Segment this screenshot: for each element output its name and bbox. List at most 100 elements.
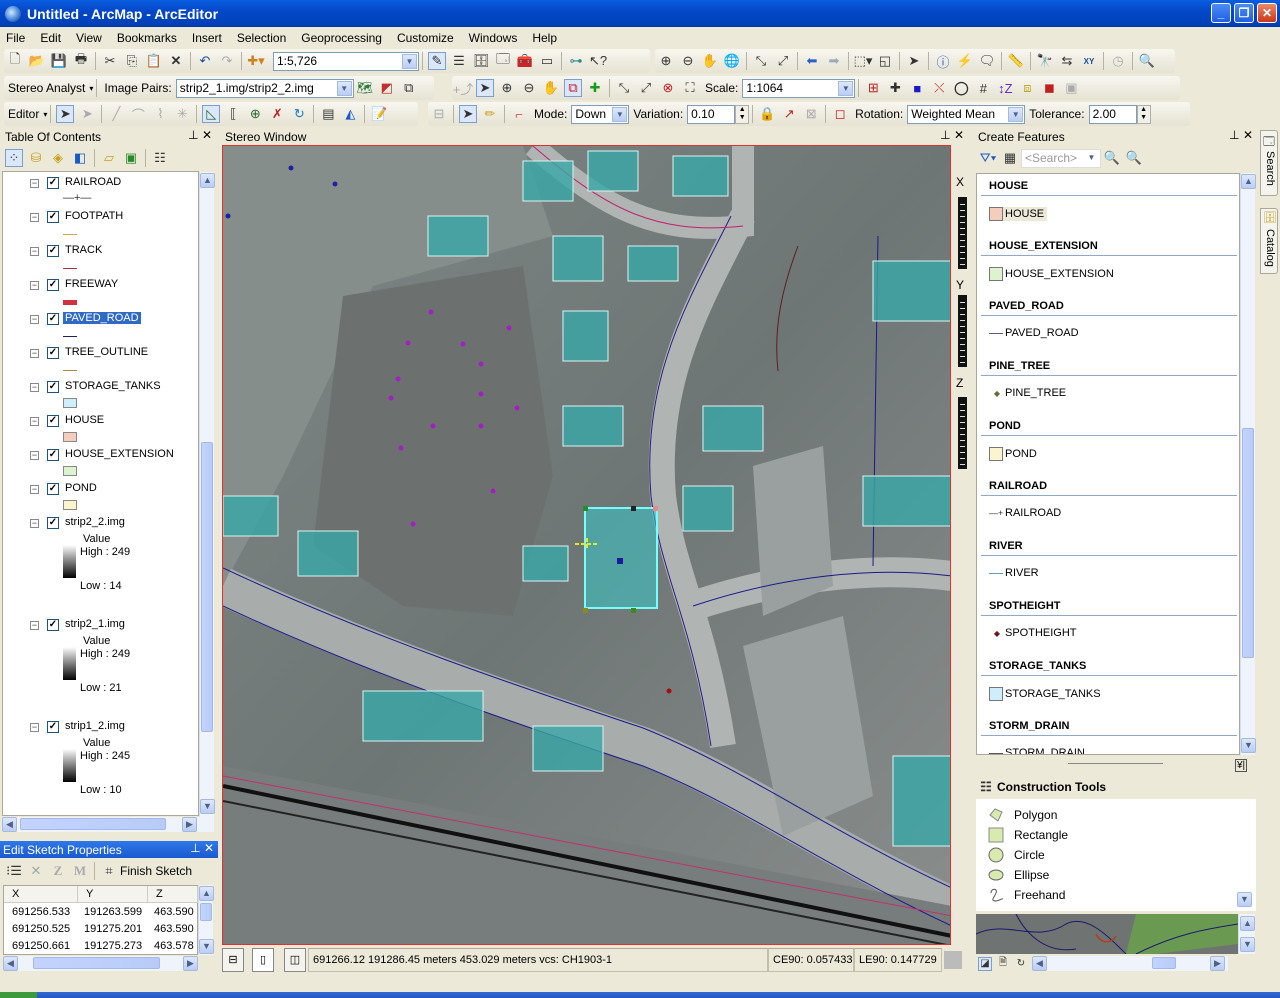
layer-name[interactable]: STORAGE_TANKS — [63, 380, 163, 392]
fixed-zoom-in-icon[interactable]: ⤡ — [752, 52, 770, 70]
layer-name[interactable]: FOOTPATH — [63, 210, 125, 222]
toc-layer-item[interactable]: − ✓ PAVED_ROAD — [3, 310, 198, 344]
single-view-button[interactable]: ▯ — [252, 948, 274, 972]
rotation-square-icon[interactable]: ◻ — [831, 105, 849, 123]
layer-name[interactable]: RAILROAD — [63, 176, 123, 188]
search-window-icon[interactable]: 🗔 — [494, 51, 512, 70]
tolerance-input[interactable]: 2.00 — [1088, 104, 1137, 124]
scroll-right-button[interactable]: ▶ — [1210, 956, 1225, 971]
vertex-cell[interactable]: 463.578 — [154, 940, 194, 952]
time-slider-icon[interactable]: ◷ — [1109, 52, 1127, 70]
clear-selection-icon[interactable]: ◱ — [876, 52, 894, 70]
stereo-options-icon[interactable]: ▣ — [1062, 79, 1080, 97]
chevron-down-icon[interactable]: ▼ — [1008, 106, 1024, 122]
variation-spinner[interactable]: ▲ ▼ — [735, 104, 750, 124]
tool-circle[interactable]: Circle — [988, 847, 1045, 863]
toc-layer-item[interactable]: − ✓ TRACK — [3, 242, 198, 276]
feature-template-item[interactable]: ◆ PINE_TREE — [989, 387, 1066, 399]
refresh-icon[interactable]: ↻ — [1014, 957, 1028, 971]
sketch-vertical-scrollbar[interactable]: ▲ ▼ — [198, 885, 214, 955]
template-group-header[interactable]: HOUSE — [989, 180, 1028, 192]
feature-template-item[interactable]: HOUSE — [989, 207, 1048, 221]
stereo-analyst-menu[interactable]: Stereo Analyst — [8, 81, 85, 95]
map-scale-combo[interactable]: 1:5,726 ▼ — [273, 51, 419, 71]
select-stereo-feature-icon[interactable]: ◼ — [1040, 79, 1058, 97]
split-horizontal-view-button[interactable]: ⊟ — [222, 948, 244, 972]
z-gauge[interactable] — [958, 397, 967, 469]
close-button[interactable]: ✕ — [1257, 3, 1277, 23]
measure-icon[interactable]: 📏 — [1007, 52, 1025, 70]
split-vertical-view-button[interactable]: ◫ — [284, 948, 306, 972]
feature-template-item[interactable]: STORM_DRAIN — [989, 747, 1085, 754]
layer-visibility-checkbox[interactable]: ✓ — [47, 245, 59, 257]
trace-icon[interactable]: ⌇ — [151, 105, 169, 123]
stereo-mode-icon[interactable]: ⧉ — [564, 79, 582, 97]
mode-combo[interactable]: Down ▼ — [571, 104, 630, 124]
hyperlink-icon[interactable]: ⚡ — [956, 52, 974, 70]
print-icon[interactable]: 🖶 — [72, 51, 90, 70]
filter-templates-icon[interactable]: ⛛▾ — [979, 149, 997, 167]
template-group-header[interactable]: RAILROAD — [989, 480, 1047, 492]
start-button[interactable] — [0, 992, 37, 998]
collapse-toggle[interactable]: − — [30, 247, 39, 256]
layer-visibility-checkbox[interactable]: ✓ — [47, 177, 59, 189]
splitter-grip[interactable] — [1068, 763, 1163, 764]
python-window-icon[interactable]: ▭ — [538, 52, 556, 70]
chevron-down-icon[interactable]: ▼ — [838, 80, 854, 96]
menu-geoprocessing[interactable]: Geoprocessing — [301, 31, 382, 45]
restore-button[interactable]: ❐ — [1234, 3, 1254, 23]
layer-visibility-checkbox[interactable]: ✓ — [47, 279, 59, 291]
tool-polygon[interactable]: Polygon — [988, 807, 1057, 823]
collapse-toggle[interactable]: − — [30, 621, 39, 630]
chevron-down-icon[interactable]: ▼ — [612, 106, 628, 122]
organize-templates-icon[interactable]: ▦ — [1001, 149, 1019, 167]
templates-vertical-scrollbar[interactable]: ▲ ▼ — [1240, 173, 1256, 755]
menu-view[interactable]: View — [76, 31, 102, 45]
clear-search-icon[interactable]: 🔍 — [1125, 149, 1143, 167]
paste-icon[interactable]: 📋 — [145, 52, 163, 70]
template-group-header[interactable]: PINE_TREE — [989, 360, 1050, 372]
chevron-down-icon[interactable]: ▼ — [336, 80, 352, 96]
tool-rectangle[interactable]: Rectangle — [988, 827, 1068, 843]
template-group-header[interactable]: PAVED_ROAD — [989, 300, 1064, 312]
table-of-contents-icon[interactable]: ☰ — [450, 52, 468, 70]
scroll-right-button[interactable]: ▶ — [182, 817, 197, 832]
overview-window[interactable] — [976, 914, 1238, 954]
list-by-drawing-order-icon[interactable]: ⁘ — [5, 149, 23, 167]
pan-hand-icon[interactable]: ✋ — [701, 52, 719, 70]
data-view-icon[interactable]: ◪ — [978, 956, 992, 971]
finish-sketch-icon[interactable]: ⌗ — [100, 862, 118, 880]
curve-segment-icon[interactable]: ⌒ — [129, 105, 147, 123]
toc-horizontal-scrollbar[interactable]: ◀ ▶ — [2, 817, 214, 832]
anaglyph-imagery[interactable] — [223, 146, 951, 945]
layer-name[interactable]: HOUSE — [63, 414, 106, 426]
copy-icon[interactable]: ⎘ — [123, 52, 141, 70]
layer-name[interactable]: TRACK — [63, 244, 104, 256]
insert-vertex-icon[interactable]: ⁝☰ — [5, 862, 23, 880]
vertex-cell[interactable]: 691250.525 — [12, 923, 70, 935]
layer-visibility-checkbox[interactable]: ✓ — [47, 483, 59, 495]
scroll-down-button[interactable]: ▼ — [199, 939, 214, 954]
find-binoculars-icon[interactable]: 🔭 — [1036, 52, 1054, 70]
scroll-thumb[interactable] — [200, 903, 212, 921]
scroll-up-button[interactable]: ▲ — [1241, 174, 1256, 189]
feature-template-item[interactable]: PAVED_ROAD — [989, 327, 1079, 339]
stereo-pin-close[interactable]: ⊥ ✕ — [940, 128, 964, 142]
menu-help[interactable]: Help — [532, 31, 557, 45]
color-square-icon[interactable]: ■ — [908, 79, 926, 97]
model-builder-icon[interactable]: ⊶ — [567, 52, 585, 70]
layer-name[interactable]: TREE_OUTLINE — [63, 346, 150, 358]
z-value-icon[interactable]: Z — [49, 862, 67, 880]
split-icon[interactable]: ⊕ — [246, 105, 264, 123]
toc-layer-item[interactable]: − ✓ HOUSE — [3, 412, 198, 446]
template-group-header[interactable]: SPOTHEIGHT — [989, 600, 1061, 612]
edit-tool-icon[interactable]: ➤ — [56, 105, 75, 123]
image-stack-icon[interactable]: ⧉ — [400, 79, 418, 97]
toc-layer-item[interactable]: − ✓ RAILROAD —+— — [3, 174, 198, 208]
minimize-button[interactable]: _ — [1211, 3, 1231, 23]
scroll-thumb[interactable] — [1242, 428, 1254, 658]
layer-visibility-checkbox[interactable]: ✓ — [47, 415, 59, 427]
menu-insert[interactable]: Insert — [192, 31, 222, 45]
stereo-fixed-zoom-in-icon[interactable]: ⤡ — [615, 79, 633, 97]
stereo-fixed-zoom-out-icon[interactable]: ⤢ — [637, 79, 655, 97]
